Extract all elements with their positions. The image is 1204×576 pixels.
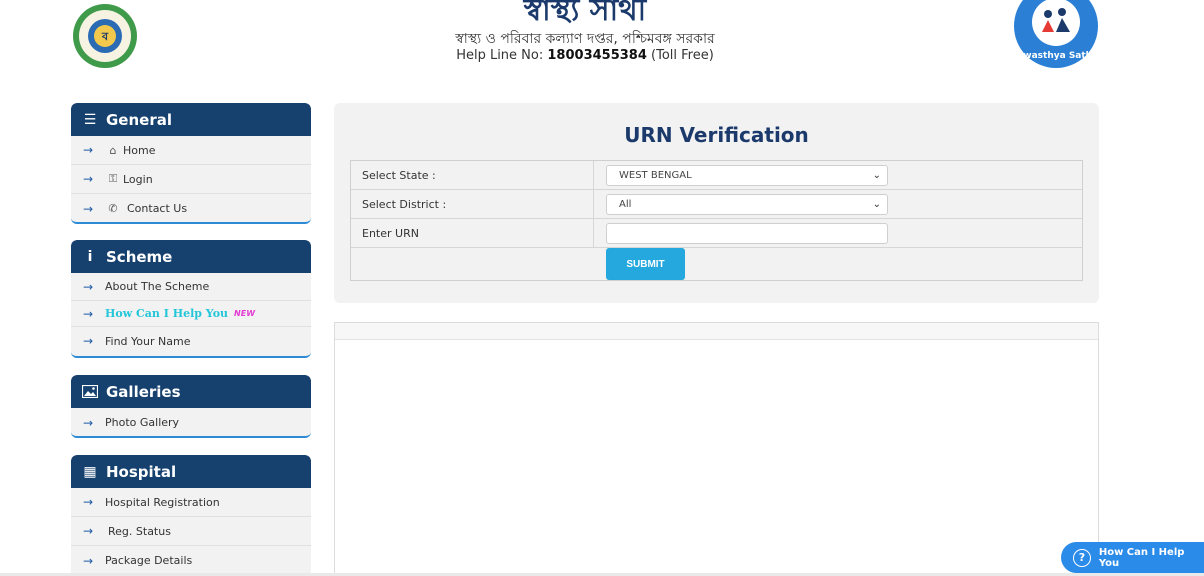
sidebar-item-label: How Can I Help You bbox=[105, 307, 229, 320]
svg-text:Swasthya Sathi: Swasthya Sathi bbox=[1017, 51, 1095, 61]
sidebar-item-how-can-i-help[interactable]: → How Can I Help You NEW bbox=[71, 301, 311, 327]
general-panel: ☰ General → ⌂ Home → ⚿ Login → ✆ Contact… bbox=[71, 103, 311, 224]
sidebar-item-contact-us[interactable]: → ✆ Contact Us bbox=[71, 194, 311, 222]
svg-text:ব: ব bbox=[101, 30, 109, 43]
galleries-title: Galleries bbox=[106, 382, 181, 401]
arrow-right-icon: → bbox=[83, 415, 94, 430]
general-title: General bbox=[106, 110, 172, 129]
arrow-right-icon: → bbox=[83, 553, 94, 568]
arrow-right-icon: → bbox=[83, 306, 94, 321]
arrow-right-icon: → bbox=[83, 201, 94, 216]
image-icon bbox=[82, 385, 98, 398]
state-row: Select State : WEST BENGAL ⌄ bbox=[351, 161, 1082, 190]
district-select[interactable]: All ⌄ bbox=[606, 193, 888, 215]
scheme-title: Scheme bbox=[106, 247, 173, 266]
sidebar-item-home[interactable]: → ⌂ Home bbox=[71, 136, 311, 165]
sidebar-item-label: Home bbox=[123, 143, 156, 157]
hospital-icon: ▦ bbox=[83, 463, 97, 480]
state-label: Select State : bbox=[351, 161, 594, 189]
sidebar-item-login[interactable]: → ⚿ Login bbox=[71, 165, 311, 194]
sidebar-item-label: Reg. Status bbox=[108, 524, 171, 538]
chevron-down-icon: ⌄ bbox=[872, 169, 881, 181]
results-panel bbox=[334, 322, 1099, 576]
sidebar-item-label: About The Scheme bbox=[105, 280, 210, 293]
arrow-right-icon: → bbox=[83, 334, 94, 348]
district-label: Select District : bbox=[351, 190, 594, 218]
helpline-number: 18003455384 bbox=[547, 48, 647, 63]
new-badge: NEW bbox=[234, 309, 256, 318]
sidebar-item-label: Photo Gallery bbox=[105, 416, 180, 429]
menu-icon: ☰ bbox=[83, 111, 97, 128]
galleries-panel: Galleries → Photo Gallery bbox=[71, 375, 311, 438]
how-can-i-help-button[interactable]: ? How Can I Help You bbox=[1061, 542, 1204, 573]
arrow-right-icon: → bbox=[83, 524, 94, 538]
submit-button[interactable]: SUBMIT bbox=[606, 248, 685, 280]
key-icon: ⚿ bbox=[108, 172, 118, 185]
question-icon: ? bbox=[1073, 548, 1091, 567]
arrow-right-icon: → bbox=[83, 172, 94, 186]
urn-verification-card: URN Verification Select State : WEST BEN… bbox=[334, 103, 1099, 303]
arrow-right-icon: → bbox=[83, 279, 94, 294]
sidebar-item-label: Contact Us bbox=[127, 202, 188, 215]
urn-label: Enter URN bbox=[351, 219, 594, 247]
sidebar-item-photo-gallery[interactable]: → Photo Gallery bbox=[71, 408, 311, 436]
urn-form: Select State : WEST BENGAL ⌄ Select Dist… bbox=[350, 160, 1083, 281]
state-select-value: WEST BENGAL bbox=[619, 169, 692, 181]
state-control: WEST BENGAL ⌄ bbox=[594, 161, 1082, 189]
district-control: All ⌄ bbox=[594, 190, 1082, 218]
galleries-header: Galleries bbox=[71, 375, 311, 408]
helpline-suffix: (Toll Free) bbox=[651, 48, 714, 63]
helpline: Help Line No: 18003455384 (Toll Free) bbox=[420, 48, 750, 63]
general-header: ☰ General bbox=[71, 103, 311, 136]
sidebar-item-label: Find Your Name bbox=[105, 334, 191, 348]
helpline-label: Help Line No: bbox=[456, 48, 544, 63]
sidebar-item-about-scheme[interactable]: → About The Scheme bbox=[71, 273, 311, 301]
arrow-right-icon: → bbox=[83, 495, 94, 509]
sidebar-item-package-details[interactable]: → Package Details bbox=[71, 546, 311, 575]
state-select[interactable]: WEST BENGAL ⌄ bbox=[606, 164, 888, 186]
phone-icon: ✆ bbox=[108, 202, 118, 215]
district-row: Select District : All ⌄ bbox=[351, 190, 1082, 219]
page-title: URN Verification bbox=[624, 123, 809, 147]
urn-input[interactable] bbox=[606, 222, 888, 244]
results-header bbox=[335, 323, 1098, 340]
urn-control bbox=[594, 219, 1082, 247]
scheme-panel: i Scheme → About The Scheme → How Can I … bbox=[71, 240, 311, 358]
scheme-header: i Scheme bbox=[71, 240, 311, 273]
sidebar-item-label: Hospital Registration bbox=[105, 495, 220, 509]
swasthya-sathi-logo: Swasthya Sathi bbox=[1014, 0, 1098, 68]
arrow-right-icon: → bbox=[83, 143, 94, 157]
district-select-value: All bbox=[619, 198, 632, 210]
home-icon: ⌂ bbox=[109, 143, 117, 157]
info-icon: i bbox=[87, 248, 93, 265]
page: ব স্বাস্থ্য সাথী স্বাস্থ্য ও পরিবার কল্য… bbox=[0, 0, 1204, 576]
how-can-i-help-label: How Can I Help You bbox=[1098, 546, 1185, 569]
hospital-title: Hospital bbox=[106, 462, 177, 481]
sidebar-item-label: Login bbox=[123, 172, 153, 186]
chevron-down-icon: ⌄ bbox=[872, 198, 881, 210]
sidebar-item-label: Package Details bbox=[105, 554, 193, 567]
state-emblem-logo: ব bbox=[73, 4, 137, 68]
hospital-header: ▦ Hospital bbox=[71, 455, 311, 488]
sidebar-item-find-your-name[interactable]: → Find Your Name bbox=[71, 327, 311, 355]
submit-row: SUBMIT bbox=[351, 248, 1082, 280]
urn-row: Enter URN bbox=[351, 219, 1082, 248]
sidebar-item-hospital-registration[interactable]: → Hospital Registration bbox=[71, 488, 311, 517]
hospital-panel: ▦ Hospital → Hospital Registration → Reg… bbox=[71, 455, 311, 576]
sidebar-item-reg-status[interactable]: → Reg. Status bbox=[71, 517, 311, 546]
